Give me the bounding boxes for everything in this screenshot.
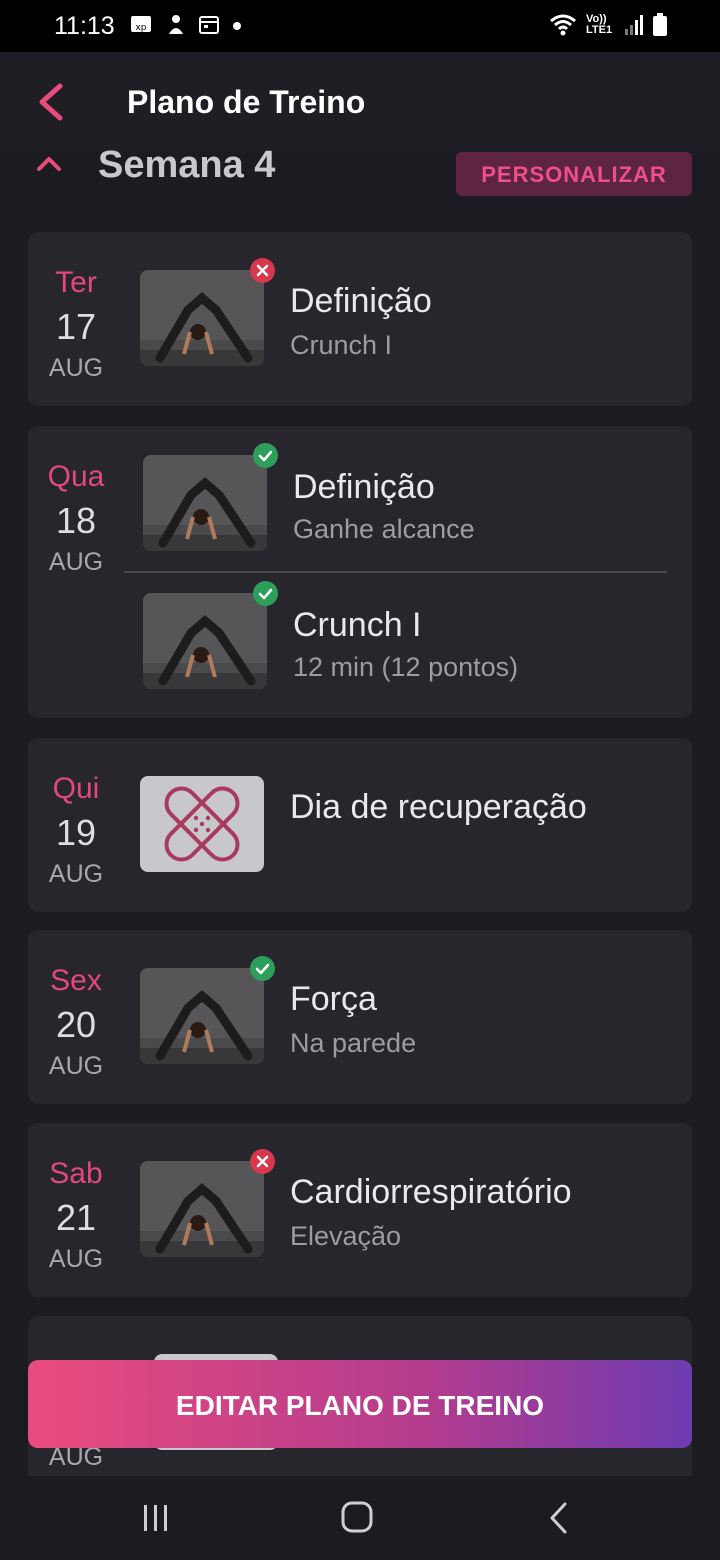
month-label: AUG [48,548,104,576]
workout-divider [124,571,667,573]
missed-badge-icon [250,258,275,283]
workout-photo-icon [143,593,267,689]
status-time: 11:13 [54,12,115,40]
day-of-week: Ter [55,266,97,299]
day-card[interactable]: Ter 17 AUG Definição Crunch I [28,232,692,406]
edit-plan-button[interactable]: EDITAR PLANO DE TREINO [28,1360,692,1448]
workout-thumbnail [140,1161,264,1257]
workout-title: Dia de recuperação [290,788,587,826]
recent-apps-icon[interactable] [140,1502,172,1534]
workout-title: Cardiorrespiratório [290,1173,572,1211]
workout-thumbnail [140,270,264,366]
day-date: Ter 17 AUG [28,266,124,383]
day-number: 19 [55,812,97,853]
dot-icon [233,22,241,30]
workout-thumbnail [140,968,264,1064]
day-of-week: Sab [49,1157,103,1190]
person-notification-icon [169,15,183,34]
xp-app-icon: xp [131,16,151,33]
day-card[interactable]: Sex 20 AUG Força Na parede [28,930,692,1104]
workout-subtitle: Elevação [290,1221,402,1251]
workout-subtitle: Crunch I [290,330,393,360]
workout-title: Força [290,980,377,1018]
workout-title: Definição [293,468,435,506]
day-card[interactable]: Sab 21 AUG Cardiorrespiratório Elevação [28,1123,692,1297]
day-of-week: Qua [47,460,105,493]
day-card[interactable]: Qua 18 AUG Definição Ganhe alcance Crunc… [28,426,692,718]
edit-plan-button-label: EDITAR PLANO DE TREINO [175,1390,545,1421]
system-nav-bar [0,1476,720,1560]
completed-badge-icon [253,581,278,606]
recovery-thumbnail [140,776,264,872]
workout-photo-icon [143,455,267,551]
day-number: 18 [55,500,97,541]
day-date: Qui 19 AUG [28,772,124,889]
workout-thumbnail [143,593,267,689]
bandage-icon [164,786,240,862]
day-number: 20 [55,1004,97,1045]
workout-subtitle: Na parede [290,1028,417,1058]
customize-button[interactable]: PERSONALIZAR [456,152,692,196]
wifi-icon [550,14,576,36]
day-date: Sex 20 AUG [28,964,124,1081]
svg-text:xp: xp [135,23,146,33]
week-header: Semana 4 PERSONALIZAR [0,144,720,210]
month-label: AUG [48,860,104,888]
workout-subtitle: 12 min (12 pontos) [293,652,519,682]
calendar-notification-icon [199,16,219,34]
chevron-up-icon[interactable] [36,154,62,172]
workout-title: Crunch I [293,606,422,644]
month-label: AUG [48,1245,104,1273]
workout-photo-icon [140,270,264,366]
day-date: Sab 21 AUG [28,1157,124,1274]
workout-thumbnail [143,455,267,551]
workout-photo-icon [140,968,264,1064]
month-label: AUG [48,354,104,382]
system-back-icon[interactable] [546,1500,572,1536]
completed-badge-icon [253,443,278,468]
week-title: Semana 4 [98,144,276,186]
day-card[interactable]: Qui 19 AUG Dia de recuperação [28,738,692,912]
app-bar: Plano de Treino [0,52,720,152]
workout-photo-icon [140,1161,264,1257]
home-icon[interactable] [340,1500,374,1534]
network-label: Vo)) LTE1 [586,13,613,36]
status-bar: 11:13 xp Vo)) LTE1 [0,0,720,52]
signal-icon [625,15,643,35]
back-arrow-icon[interactable] [36,82,66,122]
workout-title: Definição [290,282,432,320]
day-date: Qua 18 AUG [28,460,124,577]
customize-button-label: PERSONALIZAR [481,162,667,187]
day-of-week: Qui [52,772,100,805]
battery-icon [653,13,667,36]
day-number: 17 [55,306,97,347]
workout-subtitle: Ganhe alcance [293,514,475,544]
missed-badge-icon [250,1149,275,1174]
page-title: Plano de Treino [127,84,366,120]
day-of-week: Sex [50,964,102,997]
month-label: AUG [48,1052,104,1080]
completed-badge-icon [250,956,275,981]
day-number: 21 [55,1197,97,1238]
